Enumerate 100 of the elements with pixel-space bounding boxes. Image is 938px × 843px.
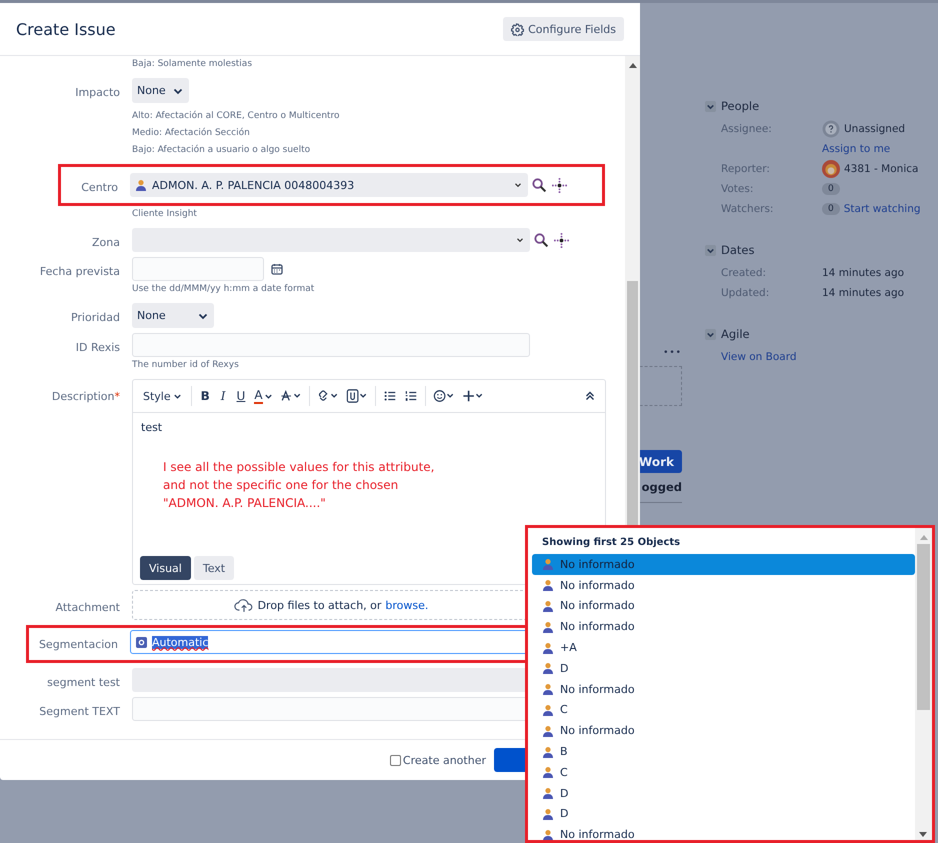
field-label: Votes:	[720, 183, 754, 195]
bullet-list-icon[interactable]	[382, 389, 397, 403]
numbered-list-icon[interactable]	[404, 389, 418, 403]
scrollbar[interactable]	[915, 528, 932, 840]
dropdown-header: Showing first 25 Objects	[541, 536, 682, 550]
person-icon	[542, 808, 554, 820]
reporter-value: 4381 - Monica	[844, 163, 918, 175]
assignee-value: Unassigned	[844, 123, 906, 135]
caret-icon	[172, 392, 182, 400]
watch-link[interactable]: Start watching	[844, 203, 921, 215]
person-icon	[542, 683, 554, 696]
plus-icon[interactable]	[462, 389, 484, 403]
more-icon[interactable]: •••	[663, 348, 682, 358]
section-title: People	[721, 99, 760, 113]
browse-link[interactable]: browse.	[385, 598, 428, 612]
field-label: Attachment	[56, 600, 120, 614]
dropdown-option[interactable]: +A	[532, 637, 915, 658]
count-badge: 0	[822, 203, 840, 215]
drop-hint: Drop files to attach, or	[258, 598, 382, 612]
field-label: Impacto	[75, 86, 120, 99]
person-icon	[135, 179, 147, 191]
dropdown-option[interactable]: C	[532, 700, 915, 720]
mode-tab[interactable]: Text	[194, 556, 234, 580]
text-effects-icon[interactable]	[280, 389, 302, 403]
field-description: The number id of Rexys	[132, 359, 240, 372]
field-label: ID Rexis	[76, 340, 120, 354]
dialog-title: Create Issue	[16, 20, 116, 38]
chevron-icon[interactable]	[705, 100, 716, 112]
unknown-avatar-icon	[822, 120, 840, 138]
object-type-icon	[136, 636, 147, 648]
field-label: Description*	[52, 390, 120, 403]
field-description: Cliente Insight	[132, 208, 198, 221]
section-title: Dates	[721, 243, 754, 257]
dropdown-option[interactable]: C	[532, 762, 915, 783]
attachment-icon[interactable]	[346, 389, 368, 403]
person-icon	[542, 746, 554, 758]
create-another-checkbox[interactable]: Create another	[390, 754, 486, 766]
caret-icon[interactable]	[264, 392, 273, 400]
avatar-icon	[822, 160, 840, 178]
annotation-note: "ADMON. A.P. PALENCIA...."	[163, 495, 327, 512]
dropdown-option[interactable]: No informado	[532, 574, 915, 596]
person-icon	[542, 766, 554, 778]
field-label: Reporter:	[720, 163, 771, 175]
chevron-icon[interactable]	[705, 328, 716, 340]
link[interactable]: Assign to me	[822, 143, 890, 155]
person-icon	[542, 579, 554, 592]
field-label: Segment TEXT	[39, 704, 120, 718]
dropdown-option[interactable]: D	[532, 658, 915, 679]
dropdown-option[interactable]: No informado	[532, 554, 915, 575]
format-button[interactable]: I	[218, 389, 228, 403]
format-button[interactable]: U	[234, 389, 248, 403]
link[interactable]: View on Board	[721, 351, 797, 363]
description-text: test	[141, 421, 164, 434]
format-button[interactable]: A	[254, 388, 263, 404]
select-field[interactable]: None	[132, 303, 214, 328]
person-icon	[542, 600, 554, 612]
calendar-icon[interactable]	[271, 263, 283, 275]
field-label: Fecha prevista	[40, 264, 120, 278]
upload-cloud-icon	[234, 598, 254, 612]
person-icon	[542, 828, 554, 840]
format-button[interactable]: B	[198, 389, 212, 403]
dropdown-option[interactable]: D	[532, 782, 915, 804]
link-icon[interactable]	[316, 389, 339, 403]
date-field[interactable]	[132, 257, 264, 281]
object-select-field[interactable]: ADMON. A. P. PALENCIA 0048004393	[130, 173, 528, 197]
object-select-field[interactable]: Automatic	[130, 630, 528, 654]
mode-tab[interactable]: Visual	[140, 556, 191, 580]
chevron-icon[interactable]	[705, 244, 716, 256]
person-icon	[542, 724, 554, 737]
field-description: Bajo: Afectación a usuario o algo suelto	[132, 144, 312, 157]
person-icon	[542, 662, 554, 674]
emoji-icon[interactable]	[432, 389, 455, 403]
field-label: Zona	[92, 236, 120, 248]
scroll-up-icon[interactable]	[628, 62, 636, 68]
object-select-field[interactable]	[132, 228, 530, 252]
text-field[interactable]	[132, 333, 530, 357]
dropdown-option[interactable]: No informado	[532, 720, 915, 742]
dropdown-option[interactable]: D	[532, 804, 915, 824]
select-field[interactable]: None	[132, 78, 189, 103]
search-icon[interactable]	[531, 176, 548, 194]
field-label: Segmentacion	[38, 638, 118, 650]
scroll-down-icon[interactable]	[919, 832, 927, 838]
style-dropdown[interactable]: Style	[141, 390, 184, 402]
settings-icon	[511, 22, 524, 36]
crosshair-icon[interactable]	[551, 176, 568, 194]
date-value: 14 minutes ago	[822, 287, 904, 299]
dropdown-option[interactable]: No informado	[532, 678, 915, 700]
search-icon[interactable]	[533, 232, 550, 248]
configure-fields-button[interactable]: Configure Fields	[503, 17, 624, 41]
dropdown-option[interactable]: No informado	[532, 824, 915, 840]
dropdown-option[interactable]: No informado	[532, 616, 915, 638]
field-label: Centro	[81, 180, 118, 194]
crosshair-icon[interactable]	[553, 232, 570, 248]
field-label: Updated:	[720, 287, 770, 299]
field-label: Assignee:	[720, 123, 773, 135]
dropdown-option[interactable]: No informado	[532, 596, 915, 616]
field-description: Alto: Afectación al CORE, Centro o Multicentro	[132, 110, 341, 123]
dropdown-option[interactable]: B	[532, 741, 915, 762]
count-badge: 0	[822, 183, 840, 195]
person-icon	[542, 787, 554, 800]
